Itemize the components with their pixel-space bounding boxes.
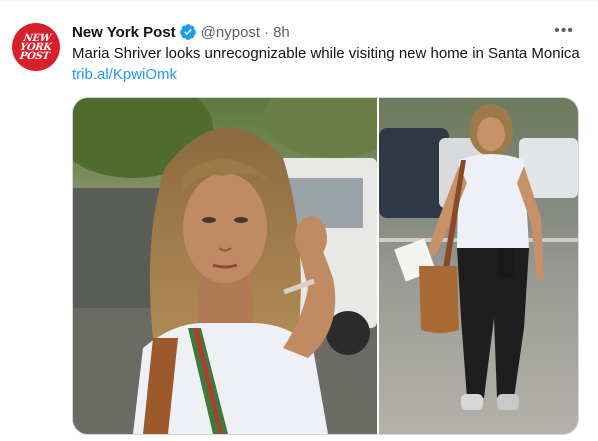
more-options-icon[interactable]: ••• <box>552 21 576 41</box>
photo-closeup[interactable] <box>73 98 377 434</box>
header-separator: · <box>264 23 270 41</box>
photo-fullbody-image <box>379 98 578 434</box>
tweet-header: New York Post @nypost · 8h <box>72 21 578 43</box>
verified-badge-icon <box>179 24 196 40</box>
photo-fullbody[interactable] <box>379 98 578 434</box>
tweet-text: Maria Shriver looks unrecognizable while… <box>72 45 580 62</box>
avatar[interactable]: NEW YORK POST <box>12 23 60 71</box>
media-grid[interactable] <box>72 97 579 435</box>
tweet-card[interactable]: NEW YORK POST New York Post @nypost · 8h… <box>0 0 598 441</box>
account-name[interactable]: New York Post <box>72 24 176 41</box>
tweet-timestamp[interactable]: 8h <box>273 24 290 41</box>
photo-closeup-image <box>73 98 377 434</box>
tweet-link[interactable]: trib.al/KpwiOmk <box>72 65 177 85</box>
account-handle[interactable]: @nypost <box>201 24 260 41</box>
avatar-logo: NEW YORK POST <box>19 32 53 62</box>
